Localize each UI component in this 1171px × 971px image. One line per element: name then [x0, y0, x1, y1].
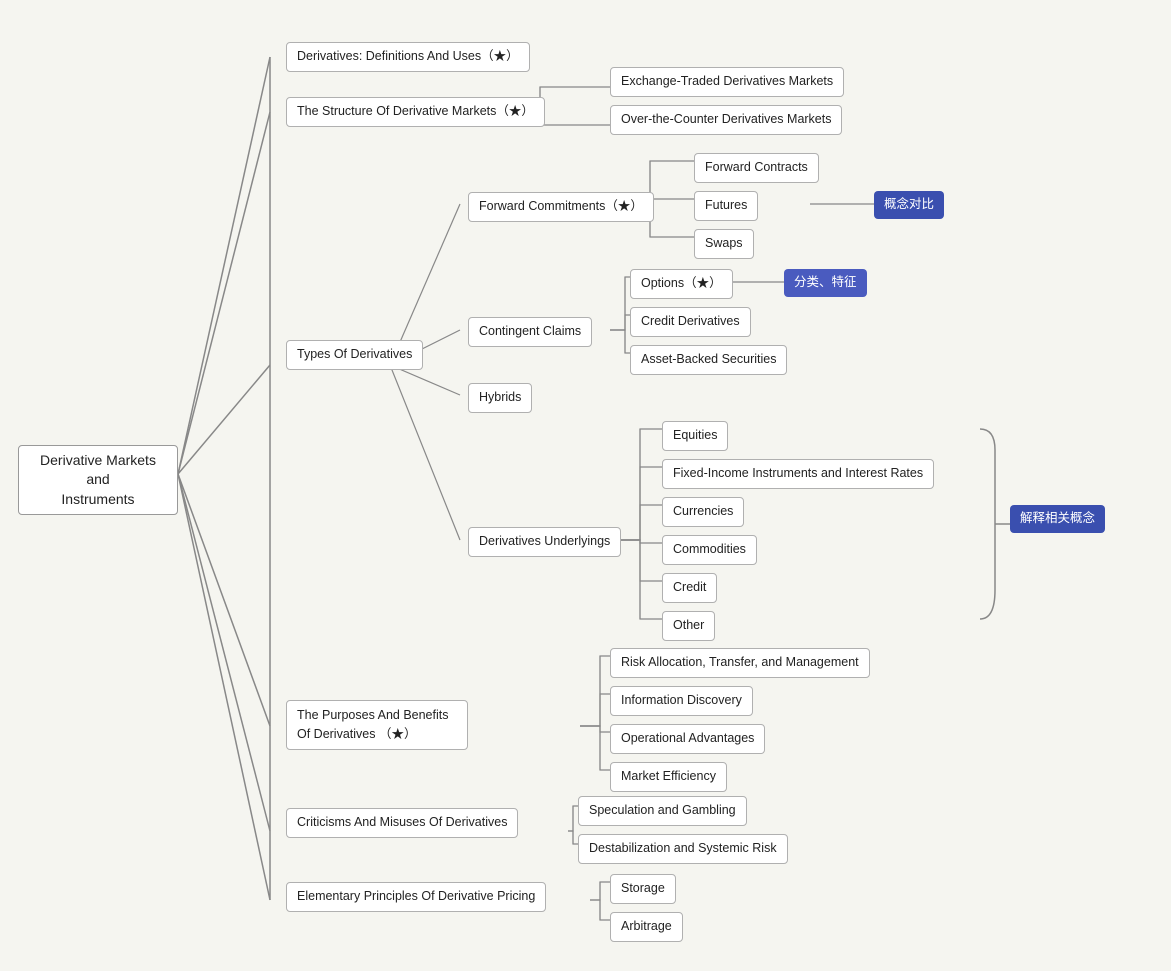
arbitrage-node: Arbitrage	[610, 912, 683, 942]
contingent-claims-node: Contingent Claims	[468, 317, 592, 347]
elementary-node: Elementary Principles Of Derivative Pric…	[286, 882, 546, 912]
storage-node: Storage	[610, 874, 676, 904]
types-node: Types Of Derivatives	[286, 340, 423, 370]
root-node: Derivative Markets and Instruments	[18, 445, 178, 515]
forward-commitments-node: Forward Commitments（★）	[468, 192, 654, 222]
asset-backed-node: Asset-Backed Securities	[630, 345, 787, 375]
futures-node: Futures	[694, 191, 758, 221]
swaps-node: Swaps	[694, 229, 754, 259]
credit-node: Credit	[662, 573, 717, 603]
options-node: Options（★）	[630, 269, 733, 299]
mindmap-canvas: Derivative Markets and Instruments Deriv…	[0, 0, 1171, 971]
risk-allocation-node: Risk Allocation, Transfer, and Managemen…	[610, 648, 870, 678]
info-discovery-node: Information Discovery	[610, 686, 753, 716]
speculation-node: Speculation and Gambling	[578, 796, 747, 826]
equities-node: Equities	[662, 421, 728, 451]
structure-node: The Structure Of Derivative Markets（★）	[286, 97, 545, 127]
criticisms-node: Criticisms And Misuses Of Derivatives	[286, 808, 518, 838]
derivatives-underlyings-node: Derivatives Underlyings	[468, 527, 621, 557]
credit-derivatives-node: Credit Derivatives	[630, 307, 751, 337]
operational-adv-node: Operational Advantages	[610, 724, 765, 754]
destabilization-node: Destabilization and Systemic Risk	[578, 834, 788, 864]
exchange-traded-node: Exchange-Traded Derivatives Markets	[610, 67, 844, 97]
market-efficiency-node: Market Efficiency	[610, 762, 727, 792]
fixed-income-node: Fixed-Income Instruments and Interest Ra…	[662, 459, 934, 489]
badge-explain-node[interactable]: 解释相关概念	[1010, 505, 1105, 533]
forward-contracts-node: Forward Contracts	[694, 153, 819, 183]
badge-concept-node[interactable]: 概念对比	[874, 191, 944, 219]
derivatives-def-node: Derivatives: Definitions And Uses（★）	[286, 42, 530, 72]
badge-classify-node[interactable]: 分类、特征	[784, 269, 867, 297]
commodities-node: Commodities	[662, 535, 757, 565]
purposes-node: The Purposes And Benefits Of Derivatives…	[286, 700, 468, 750]
otc-node: Over-the-Counter Derivatives Markets	[610, 105, 842, 135]
currencies-node: Currencies	[662, 497, 744, 527]
hybrids-node: Hybrids	[468, 383, 532, 413]
other-node: Other	[662, 611, 715, 641]
